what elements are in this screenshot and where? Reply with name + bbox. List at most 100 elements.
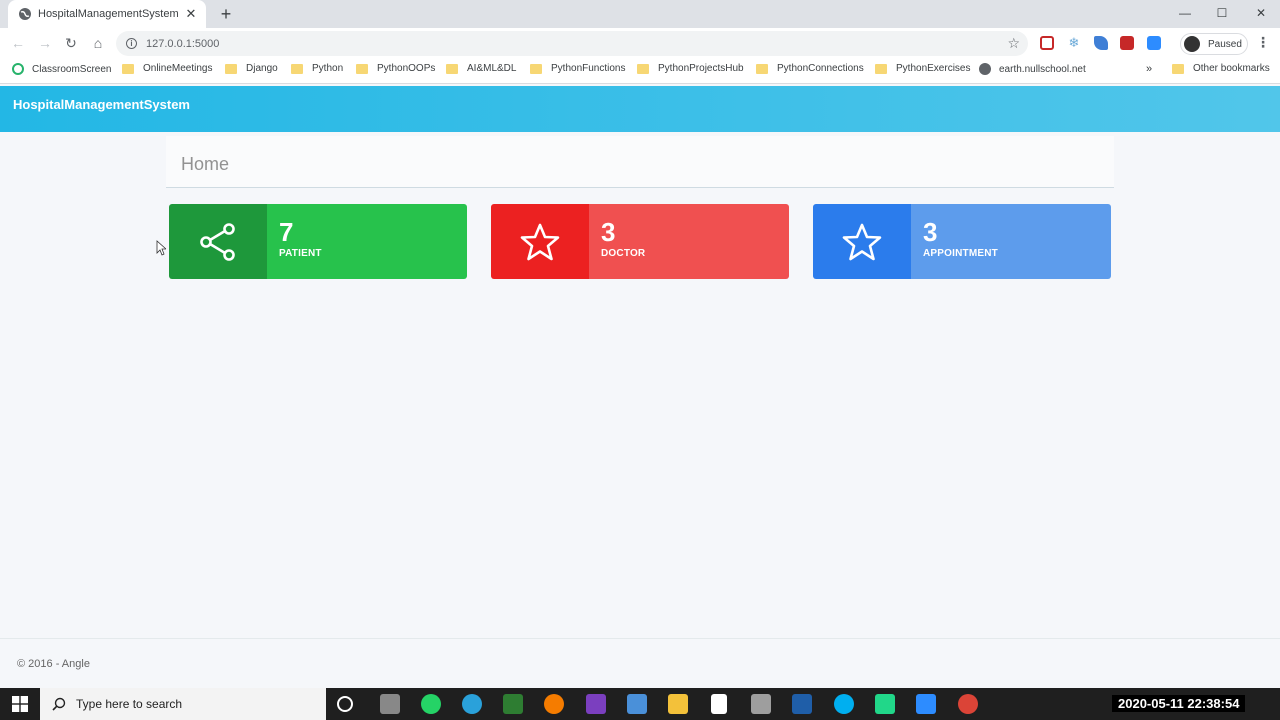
bookmark-item[interactable]: AI&ML&DL <box>446 63 516 74</box>
visual-studio-icon[interactable] <box>586 694 606 714</box>
windows-logo-icon <box>12 696 28 712</box>
doctor-card[interactable]: 3 DOCTOR <box>491 204 789 279</box>
appointment-label: APPOINTMENT <box>923 248 998 259</box>
extension-icon[interactable] <box>1040 36 1054 50</box>
bookmark-item[interactable]: PythonOOPs <box>356 63 435 74</box>
skype-icon[interactable] <box>834 694 854 714</box>
bookmark-item[interactable]: PythonExercises <box>875 63 970 74</box>
page-footer: © 2016 - Angle <box>0 638 1280 688</box>
info-icon[interactable]: i <box>126 38 137 49</box>
bookmark-item[interactable]: Django <box>225 63 278 74</box>
doctor-count: 3 <box>601 217 616 247</box>
feather-extension-icon[interactable] <box>1094 36 1108 50</box>
forward-icon[interactable]: → <box>36 34 54 52</box>
bookmark-label: Python <box>312 63 344 74</box>
folder-icon <box>1172 63 1184 74</box>
more-bookmarks-icon[interactable]: » <box>1146 63 1152 75</box>
bookmark-item[interactable]: earth.nullschool.net <box>979 63 1086 75</box>
taskbar-search[interactable]: Type here to search <box>40 688 326 720</box>
window-close-button[interactable]: ✕ <box>1242 0 1280 28</box>
chart-app-icon[interactable] <box>544 694 564 714</box>
bookmark-label: PythonExercises <box>896 63 971 74</box>
fbs-app-icon[interactable] <box>503 694 523 714</box>
bookmark-label: PythonProjectsHub <box>658 63 744 74</box>
app-header: HospitalManagementSystem <box>0 86 1280 132</box>
new-tab-button[interactable]: + <box>216 4 236 24</box>
profile-status: Paused <box>1208 38 1242 50</box>
url-text[interactable]: 127.0.0.1:5000 <box>146 38 219 50</box>
zoom-icon[interactable] <box>916 694 936 714</box>
bookmark-item[interactable]: PythonConnections <box>756 63 864 74</box>
browser-toolbar: ← → ↻ ⌂ i 127.0.0.1:5000 ☆ ❄ <box>0 28 1280 58</box>
bookmark-label: Django <box>246 63 278 74</box>
home-icon[interactable]: ⌂ <box>89 34 107 52</box>
bookmarks-bar: ClassroomScreen OnlineMeetings Django Py… <box>0 58 1280 84</box>
maximize-button[interactable]: ☐ <box>1203 0 1241 28</box>
star-icon <box>520 223 560 260</box>
bookmark-item[interactable]: Python <box>291 63 343 74</box>
patient-card[interactable]: 7 PATIENT <box>169 204 467 279</box>
app-icon[interactable] <box>380 694 400 714</box>
chrome-icon[interactable] <box>958 694 978 714</box>
browser-tab[interactable]: HospitalManagementSystem ✕ <box>8 0 206 28</box>
folder-icon <box>225 63 237 74</box>
minimize-button[interactable]: — <box>1166 0 1204 28</box>
browser-tab-strip: HospitalManagementSystem ✕ + — ☐ ✕ <box>0 0 1280 28</box>
start-button[interactable] <box>0 688 40 720</box>
app-icon[interactable] <box>627 694 647 714</box>
doctor-card-info: 3 DOCTOR <box>589 204 789 279</box>
folder-icon <box>756 63 768 74</box>
bookmark-label: PythonFunctions <box>551 63 626 74</box>
profile-button[interactable]: Paused <box>1180 33 1248 55</box>
brand-link[interactable]: HospitalManagementSystem <box>13 97 190 112</box>
clock-overlay: 2020-05-11 22:38:54 <box>1112 695 1246 712</box>
zoom-extension-icon[interactable] <box>1147 36 1161 50</box>
patient-card-info: 7 PATIENT <box>267 204 467 279</box>
search-placeholder: Type here to search <box>76 697 183 711</box>
mouse-cursor-icon <box>156 240 166 256</box>
bookmark-label: PythonConnections <box>777 63 864 74</box>
globe-icon <box>19 8 31 20</box>
appointment-count: 3 <box>923 217 938 247</box>
database-icon[interactable] <box>751 694 771 714</box>
bookmark-item[interactable]: PythonFunctions <box>530 63 626 74</box>
star-icon <box>842 223 882 260</box>
bookmark-label: Other bookmarks <box>1193 63 1270 74</box>
address-bar[interactable]: i 127.0.0.1:5000 ☆ <box>116 31 1028 56</box>
search-icon <box>52 697 66 711</box>
sql-app-icon[interactable] <box>792 694 812 714</box>
tab-title: HospitalManagementSystem <box>38 8 179 20</box>
file-explorer-icon[interactable] <box>668 694 688 714</box>
page-title: Home <box>181 154 230 174</box>
patient-card-icon-box <box>169 204 267 279</box>
windows-taskbar: Type here to search 2020-05-11 22:38:54 <box>0 688 1280 720</box>
other-bookmarks[interactable]: Other bookmarks <box>1172 63 1270 74</box>
whatsapp-icon[interactable] <box>421 694 441 714</box>
appointment-card[interactable]: 3 APPOINTMENT <box>813 204 1111 279</box>
folder-icon <box>356 63 368 74</box>
cortana-icon[interactable] <box>337 696 353 712</box>
patient-count: 7 <box>279 217 294 247</box>
bookmark-item[interactable]: ClassroomScreen <box>12 63 111 75</box>
back-icon[interactable]: ← <box>9 34 27 52</box>
tab-close-icon[interactable]: ✕ <box>184 6 198 22</box>
appointment-card-info: 3 APPOINTMENT <box>911 204 1111 279</box>
browser-menu-icon[interactable]: ⋮ <box>1256 34 1270 51</box>
bookmark-item[interactable]: OnlineMeetings <box>122 63 212 74</box>
snowflake-extension-icon[interactable]: ❄ <box>1067 36 1081 50</box>
bookmark-label: PythonOOPs <box>377 63 436 74</box>
telegram-icon[interactable] <box>462 694 482 714</box>
folder-icon <box>122 63 134 74</box>
bookmark-star-icon[interactable]: ☆ <box>1007 35 1020 52</box>
bookmark-label: OnlineMeetings <box>143 63 213 74</box>
folder-icon <box>446 63 458 74</box>
shield-extension-icon[interactable] <box>1120 36 1134 50</box>
bookmark-item[interactable]: PythonProjectsHub <box>637 63 744 74</box>
notepad-icon[interactable] <box>711 694 727 714</box>
bookmark-label: earth.nullschool.net <box>999 63 1086 75</box>
reload-icon[interactable]: ↻ <box>62 34 80 52</box>
appointment-card-icon-box <box>813 204 911 279</box>
doctor-label: DOCTOR <box>601 248 646 259</box>
pycharm-icon[interactable] <box>875 694 895 714</box>
main-content: Home 7 PATIENT 3 DOCTOR 3 APPOINTMENT <box>0 132 1280 638</box>
